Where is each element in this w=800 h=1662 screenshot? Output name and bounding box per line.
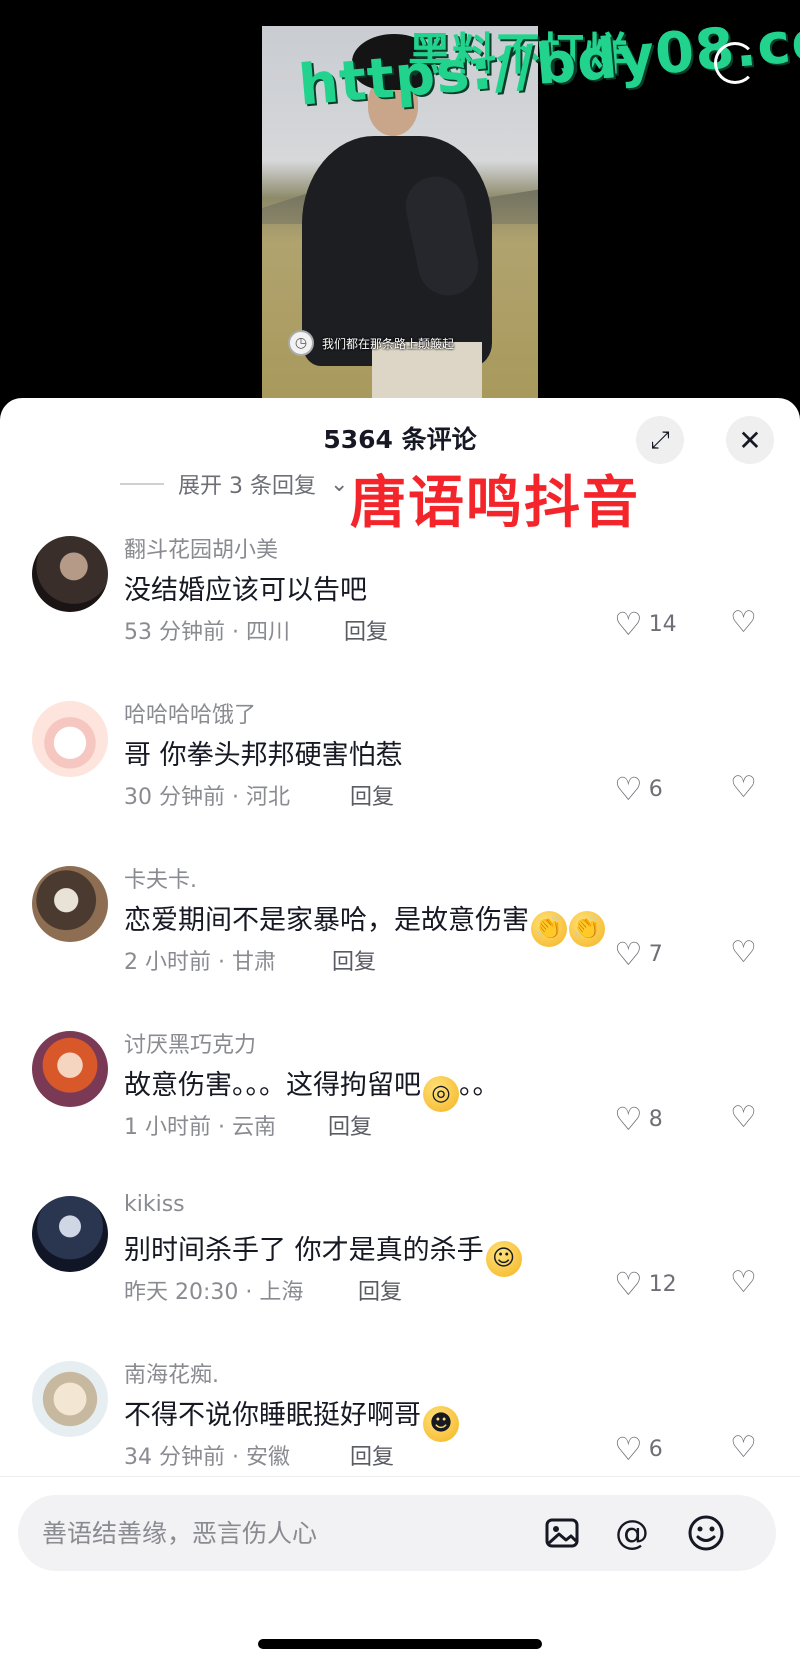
comment-text-body: 故意伤害。。。这得拘留吧 bbox=[124, 1070, 421, 1101]
comment-text: 哥 你拳头邦邦硬害怕惹 bbox=[124, 740, 403, 771]
reply-button[interactable]: 回复 bbox=[350, 1439, 394, 1471]
avatar[interactable] bbox=[32, 866, 108, 942]
broken-heart-icon[interactable]: ♡ bbox=[730, 773, 757, 803]
expand-icon: ⤢ bbox=[650, 426, 670, 454]
comment-username[interactable]: 讨厌黑巧克力 bbox=[124, 1027, 256, 1059]
comment-time-location: 53 分钟前 · 四川 bbox=[124, 620, 290, 645]
comment-text: 别时间杀手了 你才是真的杀手 ☺ bbox=[124, 1228, 522, 1277]
like-count: 6 bbox=[648, 1436, 663, 1462]
video-subtitle: ◷ 我们都在那条路上颠簸起 bbox=[288, 330, 454, 356]
divider bbox=[120, 483, 164, 485]
heart-icon: ♡ bbox=[614, 1265, 643, 1303]
reply-button[interactable]: 回复 bbox=[350, 779, 394, 811]
comment-username[interactable]: 哈哈哈哈饿了 bbox=[124, 697, 256, 729]
at-icon[interactable]: @ bbox=[608, 1509, 656, 1557]
heart-icon: ♡ bbox=[614, 605, 643, 643]
chevron-down-icon: ⌄ bbox=[329, 471, 349, 497]
like-count: 14 bbox=[648, 611, 677, 637]
comment-text-tail: 。。 bbox=[459, 1070, 500, 1101]
comment-text-body: 别时间杀手了 你才是真的杀手 bbox=[124, 1235, 484, 1266]
comment-text-body: 不得不说你睡眠挺好啊哥 bbox=[124, 1400, 421, 1431]
comment-item: 翻斗花园胡小美 没结婚应该可以告吧 53 分钟前 · 四川 回复 ♡ 14 ♡ bbox=[0, 510, 800, 675]
comment-username[interactable]: kikiss bbox=[124, 1192, 185, 1217]
dizzy-face-icon: ◎ bbox=[423, 1076, 459, 1112]
rotate-icon[interactable] bbox=[714, 42, 756, 84]
comment-username[interactable]: 翻斗花园胡小美 bbox=[124, 532, 278, 564]
comment-input[interactable] bbox=[42, 1511, 502, 1555]
heart-icon: ♡ bbox=[614, 935, 643, 973]
expand-button[interactable]: ⤢ bbox=[636, 416, 684, 464]
broken-heart-icon[interactable]: ♡ bbox=[730, 1103, 757, 1133]
comment-list: 翻斗花园胡小美 没结婚应该可以告吧 53 分钟前 · 四川 回复 ♡ 14 ♡ … bbox=[0, 510, 800, 1500]
image-icon[interactable] bbox=[538, 1509, 586, 1557]
like-count: 12 bbox=[648, 1271, 677, 1297]
close-button[interactable]: ✕ bbox=[726, 416, 774, 464]
comment-item: 讨厌黑巧克力 故意伤害。。。这得拘留吧 ◎。。 1 小时前 · 云南 回复 ♡ 8… bbox=[0, 1005, 800, 1170]
comment-input-bar: @ bbox=[0, 1476, 800, 1662]
expand-replies-row[interactable]: 展开 3 条回复 ⌄ bbox=[120, 468, 348, 500]
reply-button[interactable]: 回复 bbox=[332, 944, 376, 976]
comment-username[interactable]: 南海花痴. bbox=[124, 1357, 219, 1389]
like-count: 8 bbox=[648, 1106, 663, 1132]
comment-text: 没结婚应该可以告吧 bbox=[124, 575, 367, 606]
comment-item: 卡夫卡. 恋爱期间不是家暴哈，是故意伤害 👏 👏 2 小时前 · 甘肃 回复 ♡ 7… bbox=[0, 840, 800, 1005]
comment-time-location: 2 小时前 · 甘肃 bbox=[124, 950, 276, 975]
comment-text-body: 恋爱期间不是家暴哈，是故意伤害 bbox=[124, 905, 529, 936]
screen: ◷ 我们都在那条路上颠簸起 黑料不打烊 https://bdy08.com 53… bbox=[0, 0, 800, 1662]
avatar[interactable] bbox=[32, 1361, 108, 1437]
comment-time-location: 30 分钟前 · 河北 bbox=[124, 785, 290, 810]
avatar[interactable] bbox=[32, 536, 108, 612]
clap-icon: 👏 bbox=[569, 911, 605, 947]
broken-heart-icon[interactable]: ♡ bbox=[730, 938, 757, 968]
like-button[interactable]: ♡ 14 bbox=[614, 608, 677, 640]
smile-icon: ☺ bbox=[485, 1241, 522, 1277]
avatar[interactable] bbox=[32, 1196, 108, 1272]
like-button[interactable]: ♡ 6 bbox=[614, 1433, 663, 1465]
comments-sheet: 5364 条评论 ⤢ ✕ 展开 3 条回复 ⌄ 唐语鸣抖音 翻斗花园胡小美 没结… bbox=[0, 398, 800, 1662]
broken-heart-icon[interactable]: ♡ bbox=[730, 608, 757, 638]
comment-text: 不得不说你睡眠挺好啊哥 ☻ bbox=[124, 1393, 459, 1442]
reply-button[interactable]: 回复 bbox=[344, 614, 388, 646]
like-button[interactable]: ♡ 7 bbox=[614, 938, 663, 970]
comment-item: kikiss 别时间杀手了 你才是真的杀手 ☺ 昨天 20:30 · 上海 回复 … bbox=[0, 1170, 800, 1335]
reply-button[interactable]: 回复 bbox=[328, 1109, 372, 1141]
clap-icon: 👏 bbox=[531, 911, 567, 947]
heart-icon: ♡ bbox=[614, 1430, 643, 1468]
close-icon: ✕ bbox=[738, 423, 762, 457]
comment-input-box[interactable]: @ bbox=[18, 1495, 776, 1571]
emoji-icon[interactable] bbox=[682, 1509, 730, 1557]
comment-time-location: 34 分钟前 · 安徽 bbox=[124, 1445, 290, 1470]
comment-text: 恋爱期间不是家暴哈，是故意伤害 👏 👏 bbox=[124, 898, 605, 947]
comment-text: 故意伤害。。。这得拘留吧 ◎。。 bbox=[124, 1063, 500, 1112]
like-button[interactable]: ♡ 8 bbox=[614, 1103, 663, 1135]
like-button[interactable]: ♡ 6 bbox=[614, 773, 663, 805]
comment-item: 哈哈哈哈饿了 哥 你拳头邦邦硬害怕惹 30 分钟前 · 河北 回复 ♡ 6 ♡ bbox=[0, 675, 800, 840]
comment-username[interactable]: 卡夫卡. bbox=[124, 862, 197, 894]
broken-heart-icon[interactable]: ♡ bbox=[730, 1433, 757, 1463]
like-count: 6 bbox=[648, 776, 663, 802]
home-indicator[interactable] bbox=[258, 1639, 542, 1649]
reply-button[interactable]: 回复 bbox=[358, 1274, 402, 1306]
avatar[interactable] bbox=[32, 701, 108, 777]
comment-time-location: 1 小时前 · 云南 bbox=[124, 1115, 276, 1140]
expand-replies-label: 展开 3 条回复 bbox=[178, 474, 316, 499]
heart-icon: ♡ bbox=[614, 1100, 643, 1138]
video-player[interactable]: ◷ 我们都在那条路上颠簸起 黑料不打烊 https://bdy08.com bbox=[0, 0, 800, 400]
like-count: 7 bbox=[648, 941, 663, 967]
subtitle-text: 我们都在那条路上颠簸起 bbox=[322, 336, 455, 351]
like-button[interactable]: ♡ 12 bbox=[614, 1268, 677, 1300]
heart-icon: ♡ bbox=[614, 770, 643, 808]
clock-icon: ◷ bbox=[288, 330, 314, 356]
grin-icon: ☻ bbox=[423, 1406, 459, 1442]
broken-heart-icon[interactable]: ♡ bbox=[730, 1268, 757, 1298]
avatar[interactable] bbox=[32, 1031, 108, 1107]
comment-time-location: 昨天 20:30 · 上海 bbox=[124, 1280, 304, 1305]
